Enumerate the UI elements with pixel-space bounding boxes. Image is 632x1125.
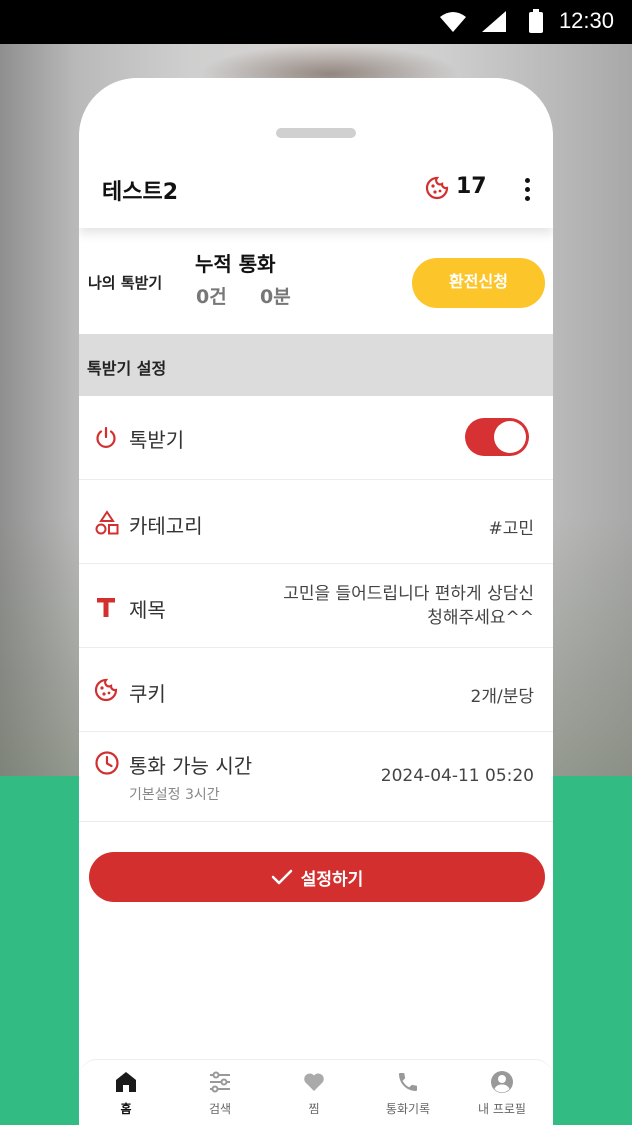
title-value-line1: 고민을 들어드립니다 편하게 상담신 xyxy=(283,584,534,604)
accumulated-call-label: 누적 통화 xyxy=(195,252,276,276)
bottom-nav: 홈 검색 찜 통화기록 내 프로필 xyxy=(79,1059,553,1125)
nav-home-label: 홈 xyxy=(120,1102,132,1116)
category-label: 카테고리 xyxy=(129,514,203,538)
call-summary: 나의 톡받기 누적 통화 0건 0분 환전신청 xyxy=(79,228,553,334)
bottom-sheet: 테스트2 17 나의 톡받기 누적 통화 0건 0분 환전신청 톡받기 설정 톡… xyxy=(79,78,553,1125)
power-icon xyxy=(96,426,116,448)
page-title: 테스트2 xyxy=(102,180,179,205)
sliders-icon xyxy=(210,1071,230,1093)
more-vert-icon[interactable] xyxy=(519,178,535,202)
row-talk-receive: 톡받기 xyxy=(79,396,553,480)
category-shapes-icon xyxy=(95,510,119,535)
settings-section-header: 톡받기 설정 xyxy=(79,334,553,396)
call-minutes: 0분 xyxy=(260,286,291,308)
apply-settings-button[interactable]: 설정하기 xyxy=(89,852,545,902)
status-time: 12:30 xyxy=(558,8,614,33)
status-bar: 12:30 xyxy=(0,0,632,44)
title-value-line2: 청해주세요^^ xyxy=(427,608,534,628)
call-count: 0건 xyxy=(196,286,227,308)
available-time-value: 2024-04-11 05:20 xyxy=(380,766,534,786)
nav-favorites-label: 찜 xyxy=(308,1102,320,1116)
available-time-label: 통화 가능 시간 xyxy=(129,754,253,778)
nav-call-history[interactable]: 통화기록 xyxy=(361,1060,455,1125)
home-icon xyxy=(116,1072,136,1092)
nav-profile-label: 내 프로필 xyxy=(478,1102,526,1116)
toggle-knob xyxy=(494,421,526,453)
account-circle-icon xyxy=(491,1071,513,1093)
row-title[interactable]: 제목 고민을 들어드립니다 편하게 상담신 청해주세요^^ xyxy=(79,564,553,648)
nav-profile[interactable]: 내 프로필 xyxy=(455,1060,549,1125)
check-icon xyxy=(271,869,292,885)
sheet-header: 테스트2 17 xyxy=(79,78,553,228)
phone-icon xyxy=(399,1073,417,1091)
battery-icon xyxy=(529,9,543,33)
nav-search[interactable]: 검색 xyxy=(173,1060,267,1125)
row-cookie[interactable]: 쿠키 2개/분당 xyxy=(79,648,553,732)
cookie-rate-value: 2개/분당 xyxy=(470,687,534,707)
nav-home[interactable]: 홈 xyxy=(79,1060,173,1125)
nav-call-history-label: 통화기록 xyxy=(385,1102,431,1116)
my-talk-label: 나의 톡받기 xyxy=(88,274,163,292)
cookie-icon xyxy=(425,176,449,200)
wifi-icon xyxy=(440,12,466,32)
row-available-time[interactable]: 통화 가능 시간 기본설정 3시간 2024-04-11 05:20 xyxy=(79,732,553,822)
available-time-sublabel: 기본설정 3시간 xyxy=(129,787,220,803)
talk-receive-toggle[interactable] xyxy=(465,418,529,456)
title-label: 제목 xyxy=(129,598,166,622)
cookie-balance: 17 xyxy=(456,174,487,199)
cookie-label: 쿠키 xyxy=(129,682,166,706)
nav-search-label: 검색 xyxy=(208,1102,232,1116)
talk-receive-label: 톡받기 xyxy=(129,428,185,452)
title-t-icon xyxy=(97,598,115,617)
row-category[interactable]: 카테고리 #고민 xyxy=(79,480,553,564)
exchange-request-button[interactable]: 환전신청 xyxy=(412,258,545,308)
category-value: #고민 xyxy=(488,519,534,539)
nav-favorites[interactable]: 찜 xyxy=(267,1060,361,1125)
drag-handle[interactable] xyxy=(276,128,356,138)
cookie-icon xyxy=(94,678,118,702)
heart-icon xyxy=(304,1073,324,1091)
apply-settings-label: 설정하기 xyxy=(300,869,364,889)
clock-icon xyxy=(95,751,119,775)
signal-icon xyxy=(482,11,506,32)
section-title: 톡받기 설정 xyxy=(87,359,167,378)
title-value: 고민을 들어드립니다 편하게 상담신 청해주세요^^ xyxy=(283,582,534,630)
